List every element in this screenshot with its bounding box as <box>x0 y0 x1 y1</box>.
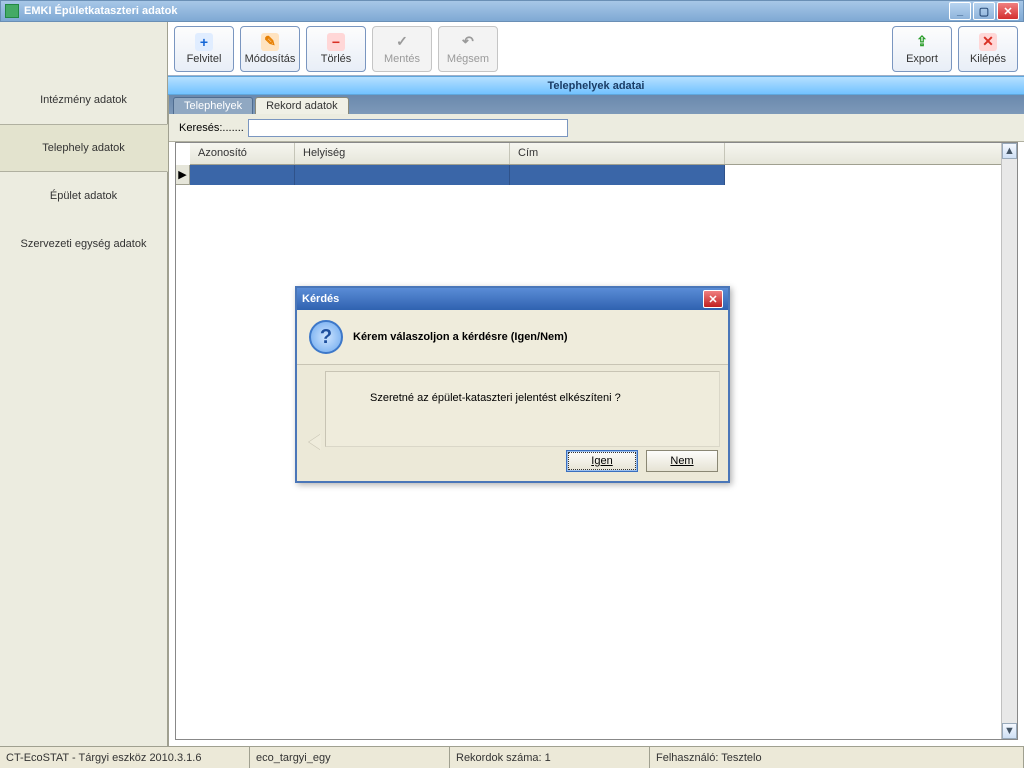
table-row[interactable] <box>190 165 725 185</box>
megsem-button: ↶ Mégsem <box>438 26 498 72</box>
minus-icon: − <box>327 33 345 51</box>
column-label: Cím <box>518 147 538 159</box>
column-header-cim[interactable]: Cím <box>510 143 725 164</box>
toolbar-label: Mentés <box>384 53 420 65</box>
tab-label: Telephelyek <box>184 100 242 112</box>
sidebar-item-label: Épület adatok <box>50 190 117 202</box>
cell-azonosito <box>190 165 295 185</box>
status-records: Rekordok száma: 1 <box>450 747 650 768</box>
sidebar: Intézmény adatok Telephely adatok Épület… <box>0 22 168 746</box>
row-indicator-icon: ▶ <box>176 165 190 185</box>
grid-header: Azonosító Helyiség Cím <box>190 143 1017 165</box>
kilepes-button[interactable]: ✕ Kilépés <box>958 26 1018 72</box>
dialog-message: Szeretné az épület-kataszteri jelentést … <box>325 371 720 447</box>
status-db: eco_targyi_egy <box>250 747 450 768</box>
section-title: Telephelyek adatai <box>547 80 644 92</box>
torles-button[interactable]: − Törlés <box>306 26 366 72</box>
sidebar-item-label: Telephely adatok <box>42 142 125 154</box>
titlebar: EMKI Épületkataszteri adatok _ ▢ ✕ <box>0 0 1024 22</box>
column-label: Azonosító <box>198 147 247 159</box>
search-row: Keresés:....... <box>169 114 1024 142</box>
tab-strip: Telephelyek Rekord adatok <box>169 95 1024 114</box>
exit-icon: ✕ <box>979 33 997 51</box>
plus-icon: + <box>195 33 213 51</box>
toolbar-label: Módosítás <box>245 53 296 65</box>
minimize-button[interactable]: _ <box>949 2 971 20</box>
check-icon: ✓ <box>393 33 411 51</box>
search-input[interactable] <box>248 119 568 137</box>
toolbar-label: Mégsem <box>447 53 489 65</box>
scroll-up-button[interactable]: ▲ <box>1002 143 1017 159</box>
toolbar-label: Felvitel <box>187 53 222 65</box>
status-app: CT-EcoSTAT - Tárgyi eszköz 2010.3.1.6 <box>0 747 250 768</box>
mentes-button: ✓ Mentés <box>372 26 432 72</box>
dialog-close-button[interactable]: ✕ <box>703 290 723 308</box>
section-header: Telephelyek adatai <box>168 76 1024 95</box>
edit-icon: ✎ <box>261 33 279 51</box>
search-label: Keresés:....... <box>179 122 244 134</box>
toolbar-label: Kilépés <box>970 53 1006 65</box>
dialog-titlebar: Kérdés ✕ <box>297 288 728 310</box>
column-header-helyiseg[interactable]: Helyiség <box>295 143 510 164</box>
felvitel-button[interactable]: + Felvitel <box>174 26 234 72</box>
cell-cim <box>510 165 725 185</box>
yes-button[interactable]: Igen <box>566 450 638 472</box>
cell-helyiseg <box>295 165 510 185</box>
window-controls: _ ▢ ✕ <box>949 2 1019 20</box>
no-button[interactable]: Nem <box>646 450 718 472</box>
sidebar-item-intezmeny[interactable]: Intézmény adatok <box>0 76 167 124</box>
scroll-track[interactable] <box>1002 159 1017 723</box>
status-bar: CT-EcoSTAT - Tárgyi eszköz 2010.3.1.6 ec… <box>0 746 1024 768</box>
button-label: Nem <box>670 455 693 467</box>
sidebar-item-telephely[interactable]: Telephely adatok <box>0 124 168 172</box>
sidebar-item-label: Intézmény adatok <box>40 94 127 106</box>
column-header-azonosito[interactable]: Azonosító <box>190 143 295 164</box>
question-dialog: Kérdés ✕ ? Kérem válaszoljon a kérdésre … <box>295 286 730 483</box>
dialog-button-row: Igen Nem <box>297 447 728 481</box>
tab-telephelyek[interactable]: Telephelyek <box>173 97 253 114</box>
tab-rekord-adatok[interactable]: Rekord adatok <box>255 97 349 114</box>
undo-icon: ↶ <box>459 33 477 51</box>
app-icon <box>5 4 19 18</box>
toolbar-label: Export <box>906 53 938 65</box>
maximize-button[interactable]: ▢ <box>973 2 995 20</box>
toolbar-label: Törlés <box>321 53 352 65</box>
sidebar-item-szervezeti[interactable]: Szervezeti egység adatok <box>0 220 167 268</box>
dialog-heading: Kérem válaszoljon a kérdésre (Igen/Nem) <box>353 331 568 343</box>
scroll-down-button[interactable]: ▼ <box>1002 723 1017 739</box>
modositas-button[interactable]: ✎ Módosítás <box>240 26 300 72</box>
dialog-title: Kérdés <box>302 293 703 305</box>
column-label: Helyiség <box>303 147 345 159</box>
close-button[interactable]: ✕ <box>997 2 1019 20</box>
button-label: Igen <box>591 455 612 467</box>
tab-label: Rekord adatok <box>266 100 338 112</box>
grid-body: ▶ <box>176 165 1017 185</box>
window-title: EMKI Épületkataszteri adatok <box>24 5 949 17</box>
export-icon: ⇪ <box>913 33 931 51</box>
status-user: Felhasználó: Tesztelo <box>650 747 1024 768</box>
export-button[interactable]: ⇪ Export <box>892 26 952 72</box>
question-icon: ? <box>309 320 343 354</box>
dialog-header-row: ? Kérem válaszoljon a kérdésre (Igen/Nem… <box>297 310 728 365</box>
vertical-scrollbar[interactable]: ▲ ▼ <box>1001 143 1017 739</box>
sidebar-item-label: Szervezeti egység adatok <box>21 238 147 250</box>
sidebar-item-epulet[interactable]: Épület adatok <box>0 172 167 220</box>
